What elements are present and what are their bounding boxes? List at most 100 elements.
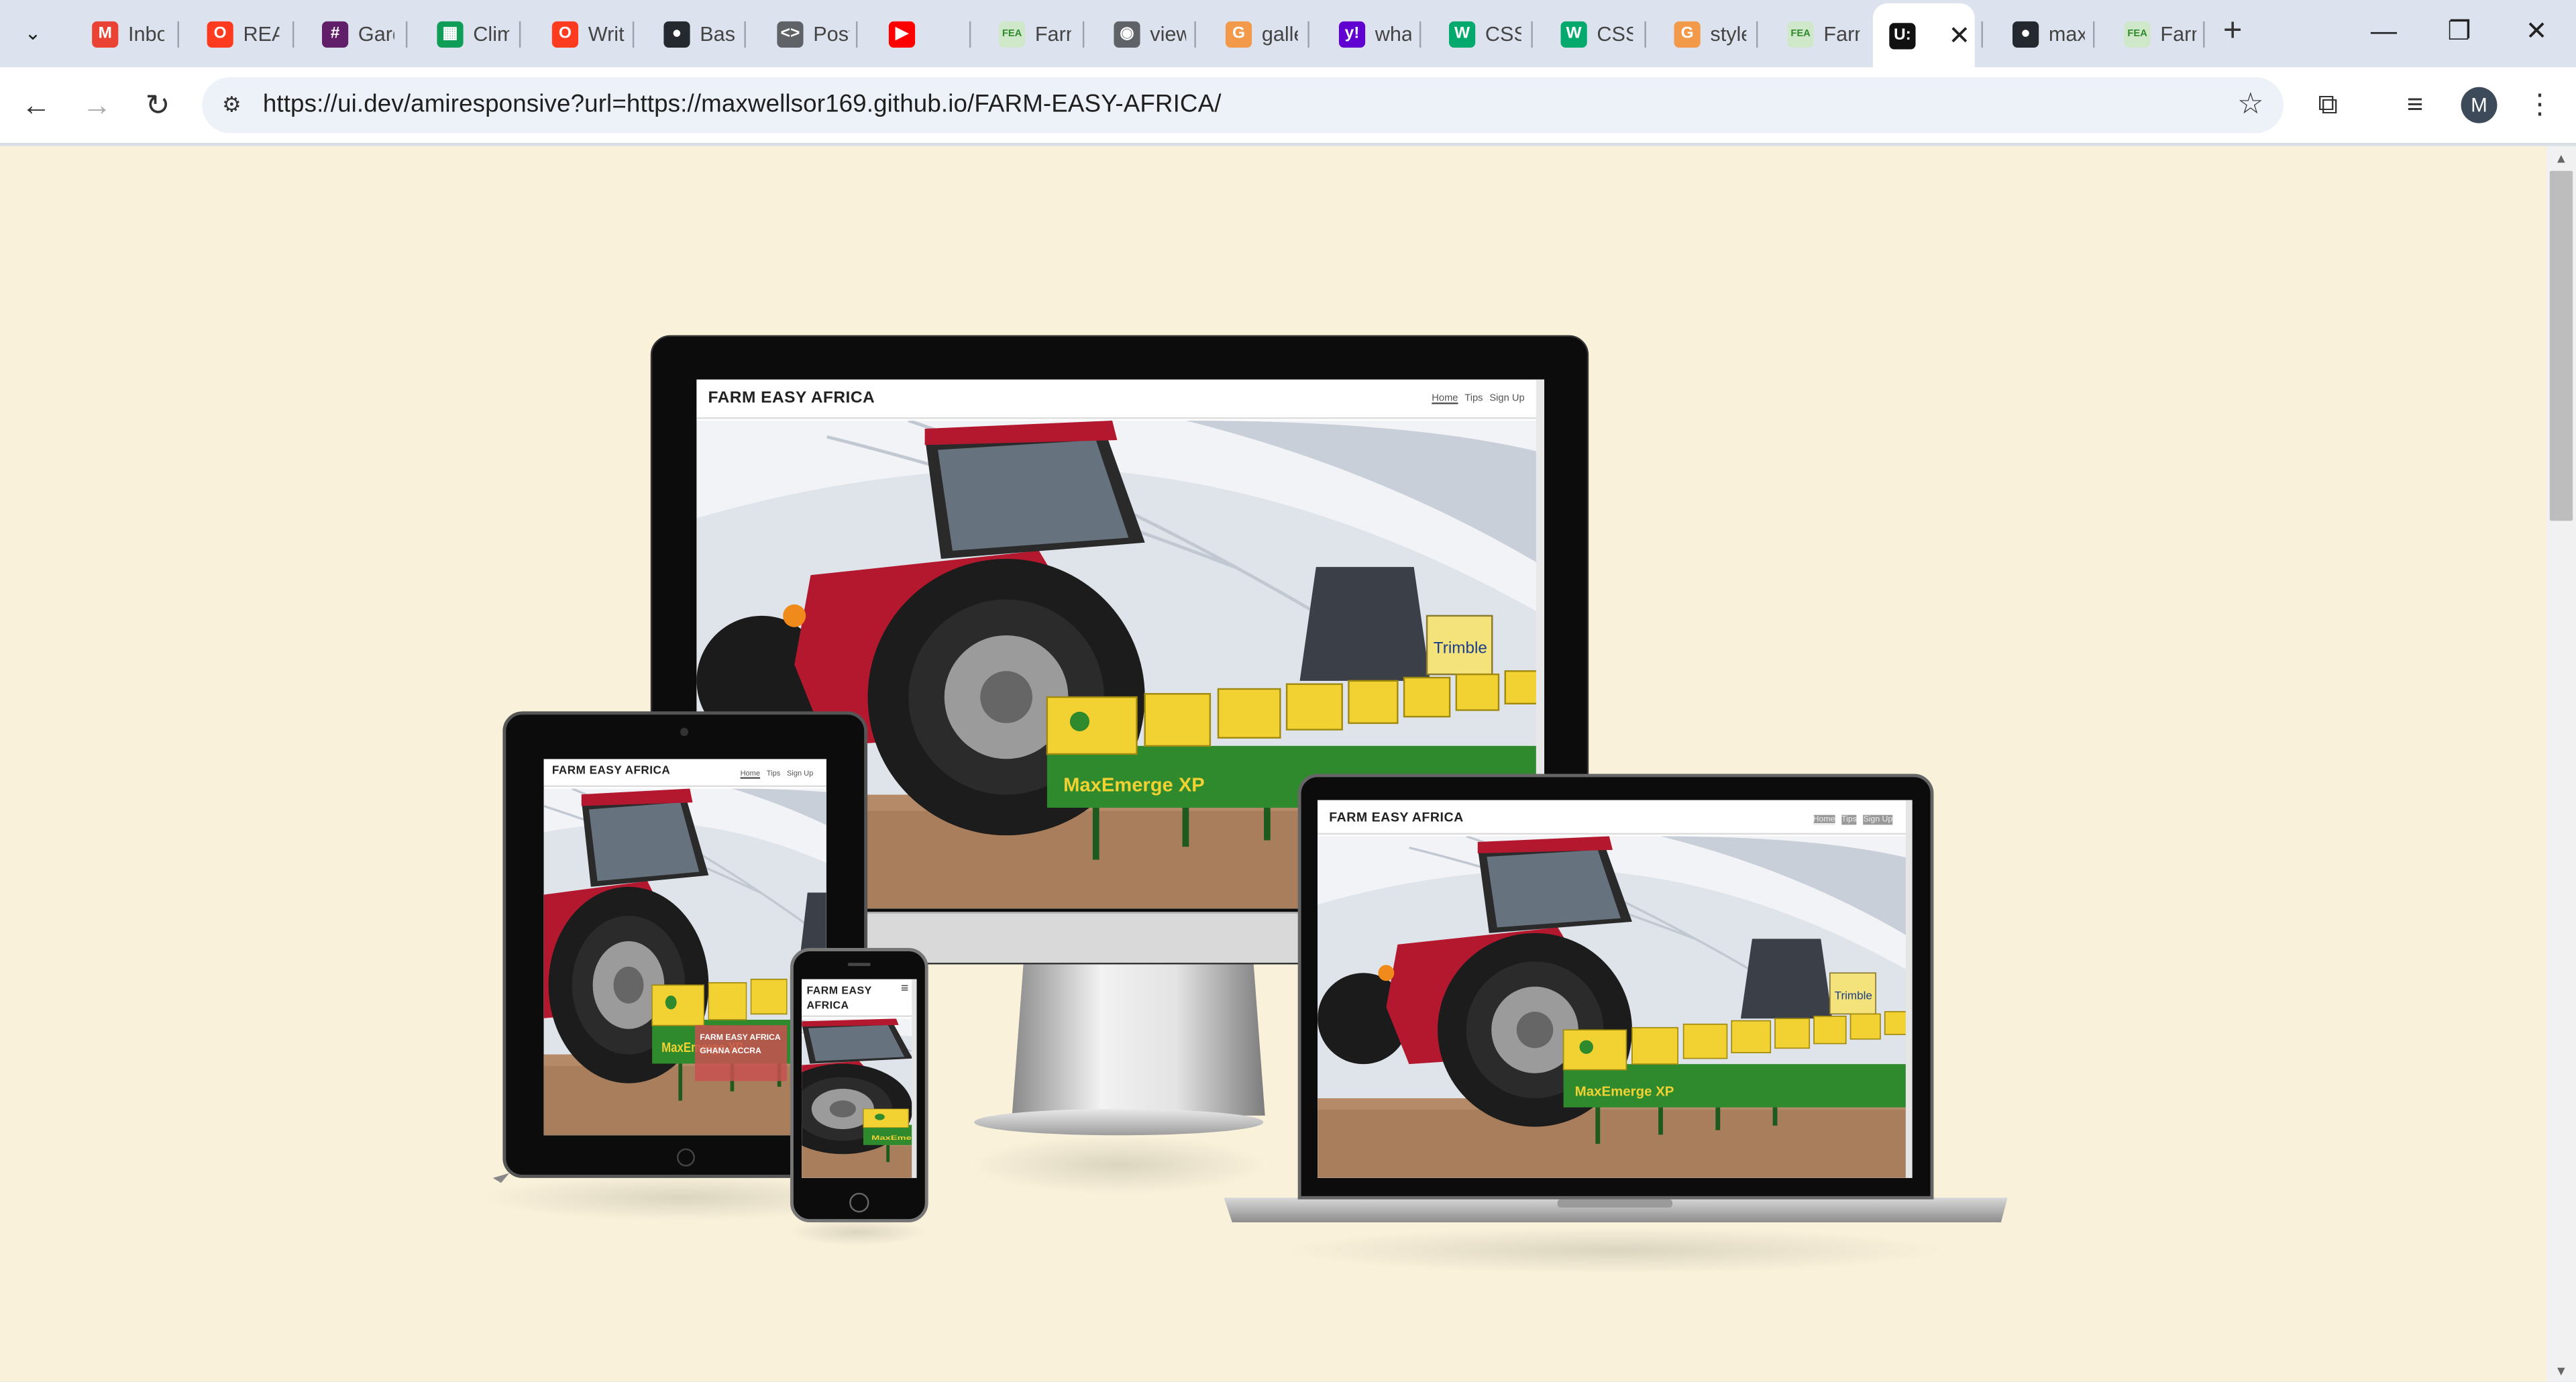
bookmark-star-icon[interactable]: ☆ <box>2237 87 2264 121</box>
tab-3[interactable]: # Garden <box>309 11 411 56</box>
nav-tips-link[interactable]: Tips <box>1841 814 1857 825</box>
tractor-photo: Trimble MaxEmerge XP <box>802 1018 917 1178</box>
scroll-up-icon[interactable]: ▲ <box>2555 151 2567 166</box>
tab-6[interactable]: ● Basic <box>651 11 753 56</box>
hero-banner-subtitle: GHANA ACCRA <box>700 1047 761 1057</box>
opera-icon: O <box>207 20 233 47</box>
laptop: FARM EASY AFRICA Home Tips Sign Up Trimb… <box>1297 774 1934 1200</box>
close-window-button[interactable]: ✕ <box>2515 13 2558 53</box>
tab-title: Write <box>588 22 625 46</box>
yahoo-icon: y! <box>1338 20 1366 47</box>
avatar[interactable]: M <box>2461 87 2498 123</box>
youtube-icon: ▶ <box>888 20 916 47</box>
site-header: FARM EASY AFRICA ≡ <box>802 979 917 1017</box>
code-icon: <> <box>777 20 804 47</box>
site-logo-line1: FARM EASY <box>806 986 872 998</box>
uidev-icon: U: <box>1889 22 1916 49</box>
back-button[interactable]: ← <box>16 85 56 125</box>
scrollbar-thumb[interactable] <box>2549 170 2573 521</box>
new-tab-button[interactable]: + <box>2216 15 2249 51</box>
arrow-left-icon: ← <box>21 89 51 122</box>
hero-image: Trimble MaxEmerge XP <box>543 788 826 1136</box>
site-info-icon[interactable]: ⚙ <box>217 91 246 120</box>
site-nav: Home Tips Sign Up <box>741 769 814 777</box>
arrow-right-icon: → <box>82 89 112 122</box>
tab-10[interactable]: ◉ view <box>1101 11 1203 56</box>
url-text[interactable]: https://ui.dev/amiresponsive?url=https:/… <box>263 91 1222 119</box>
nav-signup-link[interactable]: Sign Up <box>1863 814 1893 825</box>
phone-screen: FARM EASY AFRICA ≡ Trimble MaxEme <box>802 979 917 1178</box>
forward-button[interactable]: → <box>77 85 117 125</box>
tab-16[interactable]: FEA Farm <box>1774 11 1876 56</box>
menu-icon[interactable]: ⋮ <box>2520 85 2560 125</box>
fea-icon: FEA <box>1787 20 1814 47</box>
phone: FARM EASY AFRICA ≡ Trimble MaxEme <box>790 948 928 1223</box>
tab-title: Farm <box>2160 22 2196 46</box>
tab-18[interactable]: ● max <box>1999 11 2101 56</box>
minimize-button[interactable]: — <box>2363 13 2406 53</box>
phone-home-button <box>849 1192 869 1213</box>
tab-15[interactable]: Gstyle <box>1661 11 1763 56</box>
nav-home-link[interactable]: Home <box>1813 814 1835 825</box>
close-tab-icon[interactable]: ✕ <box>1948 19 1970 52</box>
nav-signup-link[interactable]: Sign Up <box>1489 394 1524 405</box>
tab-title: Climate <box>473 22 509 46</box>
page-scrollbar[interactable]: ▲ ▼ <box>2546 146 2576 1382</box>
tab-search-button[interactable]: ⌄ <box>15 15 51 51</box>
tab-2[interactable]: O README <box>194 11 296 56</box>
tab-17[interactable]: U: ✕ <box>1872 3 1975 68</box>
svg-text:Trimble: Trimble <box>1434 639 1487 657</box>
extensions-icon[interactable]: ⧉ <box>2308 85 2348 125</box>
tab-7[interactable]: <> Post <box>764 11 866 56</box>
tab-5[interactable]: O Write <box>539 11 641 56</box>
nav-home-link[interactable]: Home <box>741 769 760 777</box>
site-logo[interactable]: FARM EASY AFRICA <box>552 765 670 777</box>
fea-icon: FEA <box>2124 20 2151 47</box>
tab-title: style <box>1710 22 1746 46</box>
tab-4[interactable]: ▦ Climate <box>424 11 526 56</box>
tab-13[interactable]: W CSS <box>1436 11 1538 56</box>
nav-tips-link[interactable]: Tips <box>767 769 780 777</box>
laptop-screen: FARM EASY AFRICA Home Tips Sign Up Trimb… <box>1318 800 1913 1178</box>
nav-signup-link[interactable]: Sign Up <box>787 769 813 777</box>
tab-1[interactable]: M Inbox <box>79 11 181 56</box>
restore-icon: ❐ <box>2447 17 2471 46</box>
site-logo[interactable]: FARM EASY AFRICA <box>708 389 875 407</box>
tab-title: Post <box>813 22 849 46</box>
sheets-icon: ▦ <box>437 20 464 47</box>
scroll-down-icon[interactable]: ▼ <box>2555 1364 2567 1379</box>
hero-banner: FARM EASY AFRICA GHANA ACCRA <box>694 1025 788 1081</box>
tab-title: Farm <box>1823 22 1860 46</box>
tab-11[interactable]: Ggallery <box>1212 11 1314 56</box>
tab-title: what <box>1375 22 1411 46</box>
reload-icon: ↻ <box>145 89 170 122</box>
tablet-home-button <box>676 1148 695 1167</box>
nav-tips-link[interactable]: Tips <box>1464 394 1483 405</box>
tractor-photo: Trimble MaxEmerge XP <box>1318 836 1913 1178</box>
g-icon: G <box>1225 20 1252 47</box>
github-icon: ● <box>2012 20 2039 47</box>
address-bar[interactable]: ⚙ https://ui.dev/amiresponsive?url=https… <box>202 77 2284 134</box>
tab-9[interactable]: FEA Farm <box>985 11 1087 56</box>
hamburger-menu-icon[interactable]: ≡ <box>901 981 908 996</box>
tab-19[interactable]: FEA Farm <box>2111 11 2213 56</box>
reload-button[interactable]: ↻ <box>138 85 178 125</box>
site-header: FARM EASY AFRICA Home Tips Sign Up <box>696 379 1545 419</box>
tab-14[interactable]: W CSS <box>1548 11 1650 56</box>
tab-12[interactable]: y! what <box>1326 11 1428 56</box>
chevron-down-icon: ⌄ <box>24 21 42 45</box>
tab-title: CSS <box>1485 22 1521 46</box>
w3-icon: W <box>1449 20 1476 47</box>
tab-title: max <box>2048 22 2085 46</box>
tab-8[interactable]: ▶ <box>875 11 977 56</box>
minimize-icon: — <box>2370 17 2398 46</box>
media-controls-icon[interactable]: ≡ <box>2396 85 2435 125</box>
tab-title: Inbox <box>128 22 164 46</box>
plus-icon: + <box>2222 13 2243 50</box>
monitor-stand <box>1012 963 1265 1116</box>
site-logo[interactable]: FARM EASY AFRICA <box>1329 810 1464 825</box>
nav-home-link[interactable]: Home <box>1432 394 1458 405</box>
restore-button[interactable]: ❐ <box>2438 13 2481 53</box>
tab-strip: ⌄ M Inbox O README # Garden ▦ Climate O Write ● Bas… <box>0 0 2576 68</box>
site-logo[interactable]: FARM EASY AFRICA <box>806 984 871 1014</box>
